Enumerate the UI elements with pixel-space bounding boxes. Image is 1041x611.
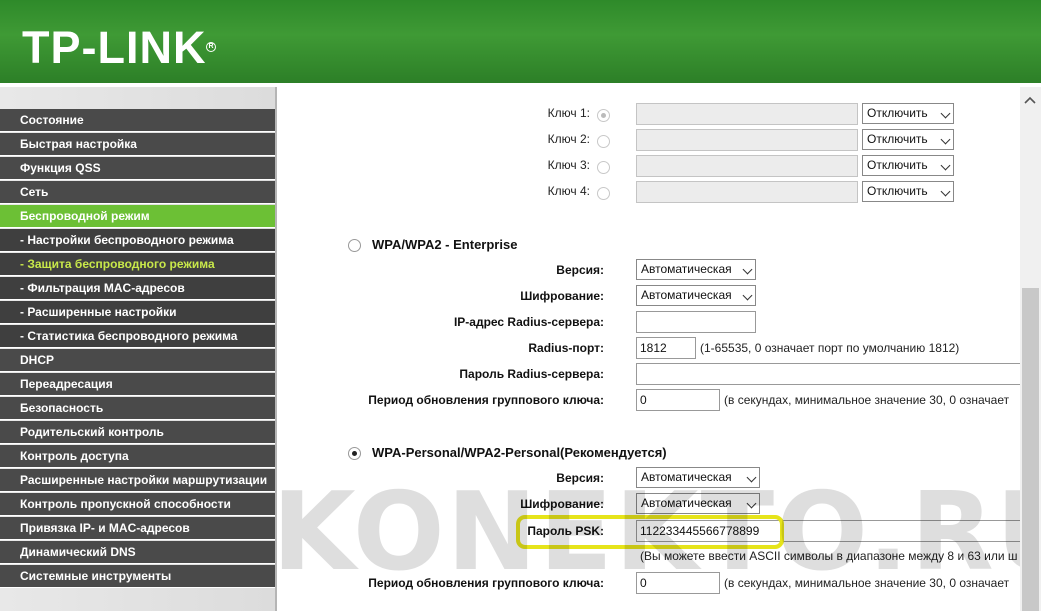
wep-key-2-label: Ключ 2: bbox=[547, 132, 590, 146]
chevron-down-icon bbox=[746, 472, 757, 483]
sidebar: Состояние Быстрая настройка Функция QSS … bbox=[0, 87, 277, 611]
personal-radio[interactable] bbox=[348, 447, 361, 460]
wep-key-3-type-value: Отключить bbox=[867, 158, 928, 172]
wep-key-2-type-select[interactable]: Отключить bbox=[862, 129, 954, 150]
sidebar-item-ip-mac-binding[interactable]: Привязка IP- и MAC-адресов bbox=[0, 517, 275, 540]
enterprise-encryption-value: Автоматическая bbox=[641, 288, 732, 302]
personal-encryption-select[interactable]: Автоматическая bbox=[636, 493, 760, 514]
header-bar: TP-LINK R bbox=[0, 0, 1041, 87]
enterprise-title: WPA/WPA2 - Enterprise bbox=[372, 237, 518, 252]
wep-key-3-input[interactable] bbox=[636, 155, 858, 177]
enterprise-encryption-select[interactable]: Автоматическая bbox=[636, 285, 756, 306]
personal-version-label: Версия: bbox=[556, 471, 604, 485]
tp-link-logo: TP-LINK bbox=[22, 22, 207, 73]
sidebar-item-dhcp[interactable]: DHCP bbox=[0, 349, 275, 372]
chevron-down-icon bbox=[746, 498, 757, 509]
sidebar-item-ddns[interactable]: Динамический DNS bbox=[0, 541, 275, 564]
wep-key-1-radio[interactable] bbox=[597, 109, 610, 122]
personal-group-key-note: (в секундах, минимальное значение 30, 0 … bbox=[724, 576, 1010, 590]
sidebar-item-wireless-statistics[interactable]: - Статистика беспроводного режима bbox=[0, 325, 275, 348]
registered-mark: R bbox=[206, 42, 216, 52]
radius-ip-label: IP-адрес Radius-сервера: bbox=[453, 315, 604, 329]
wep-key-4-input[interactable] bbox=[636, 181, 858, 203]
wep-key-1-input[interactable] bbox=[636, 103, 858, 125]
psk-highlight-annotation bbox=[516, 515, 784, 549]
scrollbar-thumb[interactable] bbox=[1022, 288, 1039, 611]
sidebar-item-security[interactable]: Безопасность bbox=[0, 397, 275, 420]
radius-port-input[interactable]: 1812 bbox=[636, 337, 696, 359]
chevron-down-icon bbox=[940, 160, 951, 171]
wep-key-4-type-select[interactable]: Отключить bbox=[862, 181, 954, 202]
sidebar-item-quick-setup[interactable]: Быстрая настройка bbox=[0, 133, 275, 156]
enterprise-version-select[interactable]: Автоматическая bbox=[636, 259, 756, 280]
personal-version-select[interactable]: Автоматическая bbox=[636, 467, 760, 488]
personal-title: WPA-Personal/WPA2-Personal(Рекомендуется… bbox=[372, 445, 667, 460]
sidebar-item-advanced-routing[interactable]: Расширенные настройки маршрутизации bbox=[0, 469, 275, 492]
sidebar-item-qss[interactable]: Функция QSS bbox=[0, 157, 275, 180]
sidebar-item-wireless[interactable]: Беспроводной режим bbox=[0, 205, 275, 228]
sidebar-item-status[interactable]: Состояние bbox=[0, 109, 275, 132]
psk-note: (Вы можете ввести ASCII символы в диапаз… bbox=[640, 549, 1018, 563]
wep-key-3-type-select[interactable]: Отключить bbox=[862, 155, 954, 176]
radius-password-input[interactable] bbox=[636, 363, 1020, 385]
chevron-down-icon bbox=[940, 134, 951, 145]
enterprise-version-value: Автоматическая bbox=[641, 262, 732, 276]
scroll-up-icon[interactable] bbox=[1024, 96, 1036, 104]
radius-password-label: Пароль Radius-сервера: bbox=[459, 367, 604, 381]
chevron-down-icon bbox=[742, 264, 753, 275]
wep-key-1-type-select[interactable]: Отключить bbox=[862, 103, 954, 124]
sidebar-item-parental-control[interactable]: Родительский контроль bbox=[0, 421, 275, 444]
sidebar-item-system-tools[interactable]: Системные инструменты bbox=[0, 565, 275, 588]
wep-key-4-type-value: Отключить bbox=[867, 184, 928, 198]
sidebar-item-wireless-settings[interactable]: - Настройки беспроводного режима bbox=[0, 229, 275, 252]
sidebar-item-wireless-security[interactable]: - Защита беспроводного режима bbox=[0, 253, 275, 276]
sidebar-item-forwarding[interactable]: Переадресация bbox=[0, 373, 275, 396]
personal-encryption-label: Шифрование: bbox=[520, 497, 604, 511]
personal-group-key-label: Период обновления группового ключа: bbox=[368, 576, 604, 590]
enterprise-encryption-label: Шифрование: bbox=[520, 289, 604, 303]
enterprise-group-key-input[interactable]: 0 bbox=[636, 389, 720, 411]
personal-encryption-value: Автоматическая bbox=[641, 496, 732, 510]
personal-group-key-input[interactable]: 0 bbox=[636, 572, 720, 594]
chevron-down-icon bbox=[940, 186, 951, 197]
chevron-down-icon bbox=[940, 108, 951, 119]
sidebar-item-mac-filtering[interactable]: - Фильтрация MAC-адресов bbox=[0, 277, 275, 300]
enterprise-group-key-label: Период обновления группового ключа: bbox=[368, 393, 604, 407]
wep-key-3-radio[interactable] bbox=[597, 161, 610, 174]
radius-ip-input[interactable] bbox=[636, 311, 756, 333]
wep-key-3-label: Ключ 3: bbox=[547, 158, 590, 172]
enterprise-radio[interactable] bbox=[348, 239, 361, 252]
sidebar-item-bandwidth-control[interactable]: Контроль пропускной способности bbox=[0, 493, 275, 516]
wep-key-1-type-value: Отключить bbox=[867, 106, 928, 120]
wep-key-4-label: Ключ 4: bbox=[547, 184, 590, 198]
wep-key-2-input[interactable] bbox=[636, 129, 858, 151]
sidebar-item-network[interactable]: Сеть bbox=[0, 181, 275, 204]
personal-version-value: Автоматическая bbox=[641, 470, 732, 484]
chevron-down-icon bbox=[742, 290, 753, 301]
wep-key-2-type-value: Отключить bbox=[867, 132, 928, 146]
enterprise-group-key-note: (в секундах, минимальное значение 30, 0 … bbox=[724, 393, 1010, 407]
radius-port-note: (1-65535, 0 означает порт по умолчанию 1… bbox=[700, 341, 960, 355]
radius-port-label: Radius-порт: bbox=[528, 341, 604, 355]
sidebar-item-access-control[interactable]: Контроль доступа bbox=[0, 445, 275, 468]
sidebar-item-wireless-advanced[interactable]: - Расширенные настройки bbox=[0, 301, 275, 324]
wep-key-1-label: Ключ 1: bbox=[547, 106, 590, 120]
enterprise-version-label: Версия: bbox=[556, 263, 604, 277]
wep-key-4-radio[interactable] bbox=[597, 187, 610, 200]
wep-key-2-radio[interactable] bbox=[597, 135, 610, 148]
